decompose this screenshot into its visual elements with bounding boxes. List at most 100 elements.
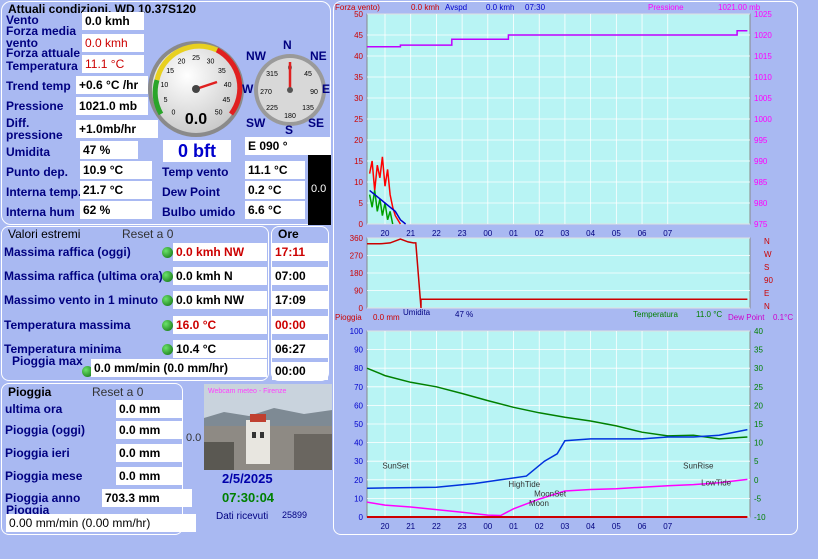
extremes-times-title: Ore [278, 227, 299, 241]
x-tick-label: 04 [586, 522, 595, 531]
y-tick-label: 70 [354, 383, 363, 392]
chart1-header-left: Forza vento) [335, 3, 380, 12]
chart1-header-pressure-value: 1021.00 mb [718, 3, 761, 12]
diff-pressure-value: +1.0mb/hr [76, 120, 158, 138]
received-value: 25899 [282, 510, 308, 520]
wind-speed-gauge: 05 10 15 20 25 3035 40 4550 0.0 [148, 41, 244, 137]
y2-tick-label: 0 [754, 476, 759, 485]
direction-right-label: E [764, 289, 769, 298]
dew-label: Punto dep. [6, 165, 68, 179]
compass-ne: NE [310, 49, 327, 63]
y-tick-label: 15 [354, 157, 363, 166]
humidity-value: 47 % [80, 141, 138, 159]
x-tick-label: 23 [458, 522, 467, 531]
compass-degree-label: 270 [260, 89, 272, 96]
gauge-tick-label: 45 [223, 97, 231, 104]
chart3-header-rain-value: 0.0 mm [373, 313, 400, 322]
rain-title: Pioggia [8, 385, 52, 399]
y-tick-label: 180 [350, 269, 364, 278]
windchill-value: 11.1 °C [245, 161, 305, 179]
y2-tick-label: -5 [754, 494, 762, 503]
y-tick-label: 90 [354, 287, 363, 296]
y-tick-label: 30 [354, 457, 363, 466]
extreme-time: 06:27 [272, 340, 328, 358]
gauge-tick-label: 35 [218, 68, 226, 75]
diff-pressure-label: Diff. pressione [6, 116, 63, 142]
y2-tick-label: -10 [754, 513, 766, 522]
x-tick-label: 07 [663, 522, 672, 531]
extreme-indicator-icon [162, 271, 173, 282]
graphs-svg: 0510152025303540455097598098599099510001… [335, 3, 793, 531]
int-hum-label: Interna hum [6, 205, 75, 219]
y-tick-label: 60 [354, 401, 363, 410]
y2-tick-label: 1015 [754, 52, 772, 61]
rain-panel: Pioggia Reset a 0 ultima ora 0.0 mm Pioggi… [1, 383, 196, 535]
y2-tick-label: 25 [754, 383, 763, 392]
x-tick-label: 02 [535, 522, 544, 531]
black-indicator-value: 0.0 [311, 183, 327, 195]
rain-label: Pioggia (oggi) [5, 423, 85, 437]
compass-e: E [322, 82, 331, 96]
y2-tick-label: 1000 [754, 115, 772, 124]
gauge-tick-label: 20 [178, 59, 186, 66]
y-tick-label: 0 [359, 220, 364, 229]
x-tick-label: 20 [381, 229, 390, 238]
compass-w: W [242, 82, 254, 96]
rain-value: 703.3 mm [102, 489, 192, 507]
trend-value: +0.6 °C /hr [76, 76, 148, 94]
extreme-time: 00:00 [272, 316, 328, 334]
chart-annotation: SunRise [683, 462, 714, 471]
temp-value: 11.1 °C [82, 55, 144, 73]
gauge-tick-label: 10 [161, 82, 169, 89]
x-tick-label: 00 [483, 229, 492, 238]
chart3-header-rain: Pioggia [335, 313, 362, 322]
y-tick-label: 35 [354, 73, 363, 82]
y2-tick-label: 1020 [754, 31, 772, 40]
x-tick-label: 01 [509, 522, 518, 531]
rain-value: 0.0 mm [116, 400, 182, 418]
extreme-indicator-icon [162, 295, 173, 306]
gauge-tick-label: 15 [166, 68, 174, 75]
rain-label: ultima ora [5, 402, 63, 416]
x-tick-label: 23 [458, 229, 467, 238]
trend-label: Trend temp [6, 79, 71, 93]
webcam-image[interactable]: Webcam meteo - Firenze [204, 384, 332, 470]
extreme-time: 07:00 [272, 267, 328, 285]
compass-degree-label: 225 [266, 105, 278, 112]
compass-n: N [283, 38, 292, 52]
chart-annotation: SunSet [382, 462, 409, 471]
compass-degree-label: 45 [304, 71, 312, 78]
extreme-value: 0.0 kmh NW [173, 291, 267, 309]
chart1-header-time: 07:30 [525, 3, 546, 12]
chart3-header-temp-value: 11.0 °C [696, 310, 722, 319]
x-tick-label: 20 [381, 522, 390, 531]
bft-value: 0 bft [163, 140, 231, 162]
windchill-label: Temp vento [162, 165, 229, 179]
y-tick-label: 10 [354, 494, 363, 503]
gauge-tick-label: 40 [224, 82, 232, 89]
extremes-panel: Valori estremi Reset a 0 Massima raffica… [1, 226, 269, 381]
extremes-reset[interactable]: Reset a 0 [122, 228, 173, 240]
gauge-tick-label: 50 [215, 110, 223, 117]
wetbulb-value: 6.6 °C [245, 201, 305, 219]
current-conditions-panel: Attuali condizioni, WD 10.37S120 Vento 0… [1, 1, 331, 225]
y2-tick-label: 35 [754, 346, 763, 355]
chart3-header-dew: Dew Point [728, 313, 765, 322]
x-tick-label: 06 [638, 229, 647, 238]
extreme-label: Massimo vento in 1 minuto [4, 293, 159, 307]
direction-right-label: N [764, 237, 770, 246]
y-tick-label: 270 [350, 252, 364, 261]
x-tick-label: 22 [432, 522, 441, 531]
compass-nw: NW [246, 49, 266, 63]
rain-value: 0.0 mm [116, 467, 182, 485]
x-tick-label: 22 [432, 229, 441, 238]
rain-label: Pioggia ieri [5, 446, 70, 460]
y2-tick-label: 985 [754, 178, 768, 187]
x-tick-label: 21 [406, 229, 415, 238]
y2-tick-label: 20 [754, 401, 763, 410]
rain-reset[interactable]: Reset a 0 [92, 386, 143, 398]
y-tick-label: 0 [359, 513, 364, 522]
extreme-value: 0.0 mm/min (0.0 mm/hr) [91, 359, 267, 377]
extreme-label: Pioggia max [12, 354, 83, 368]
compass-sw: SW [246, 116, 266, 130]
